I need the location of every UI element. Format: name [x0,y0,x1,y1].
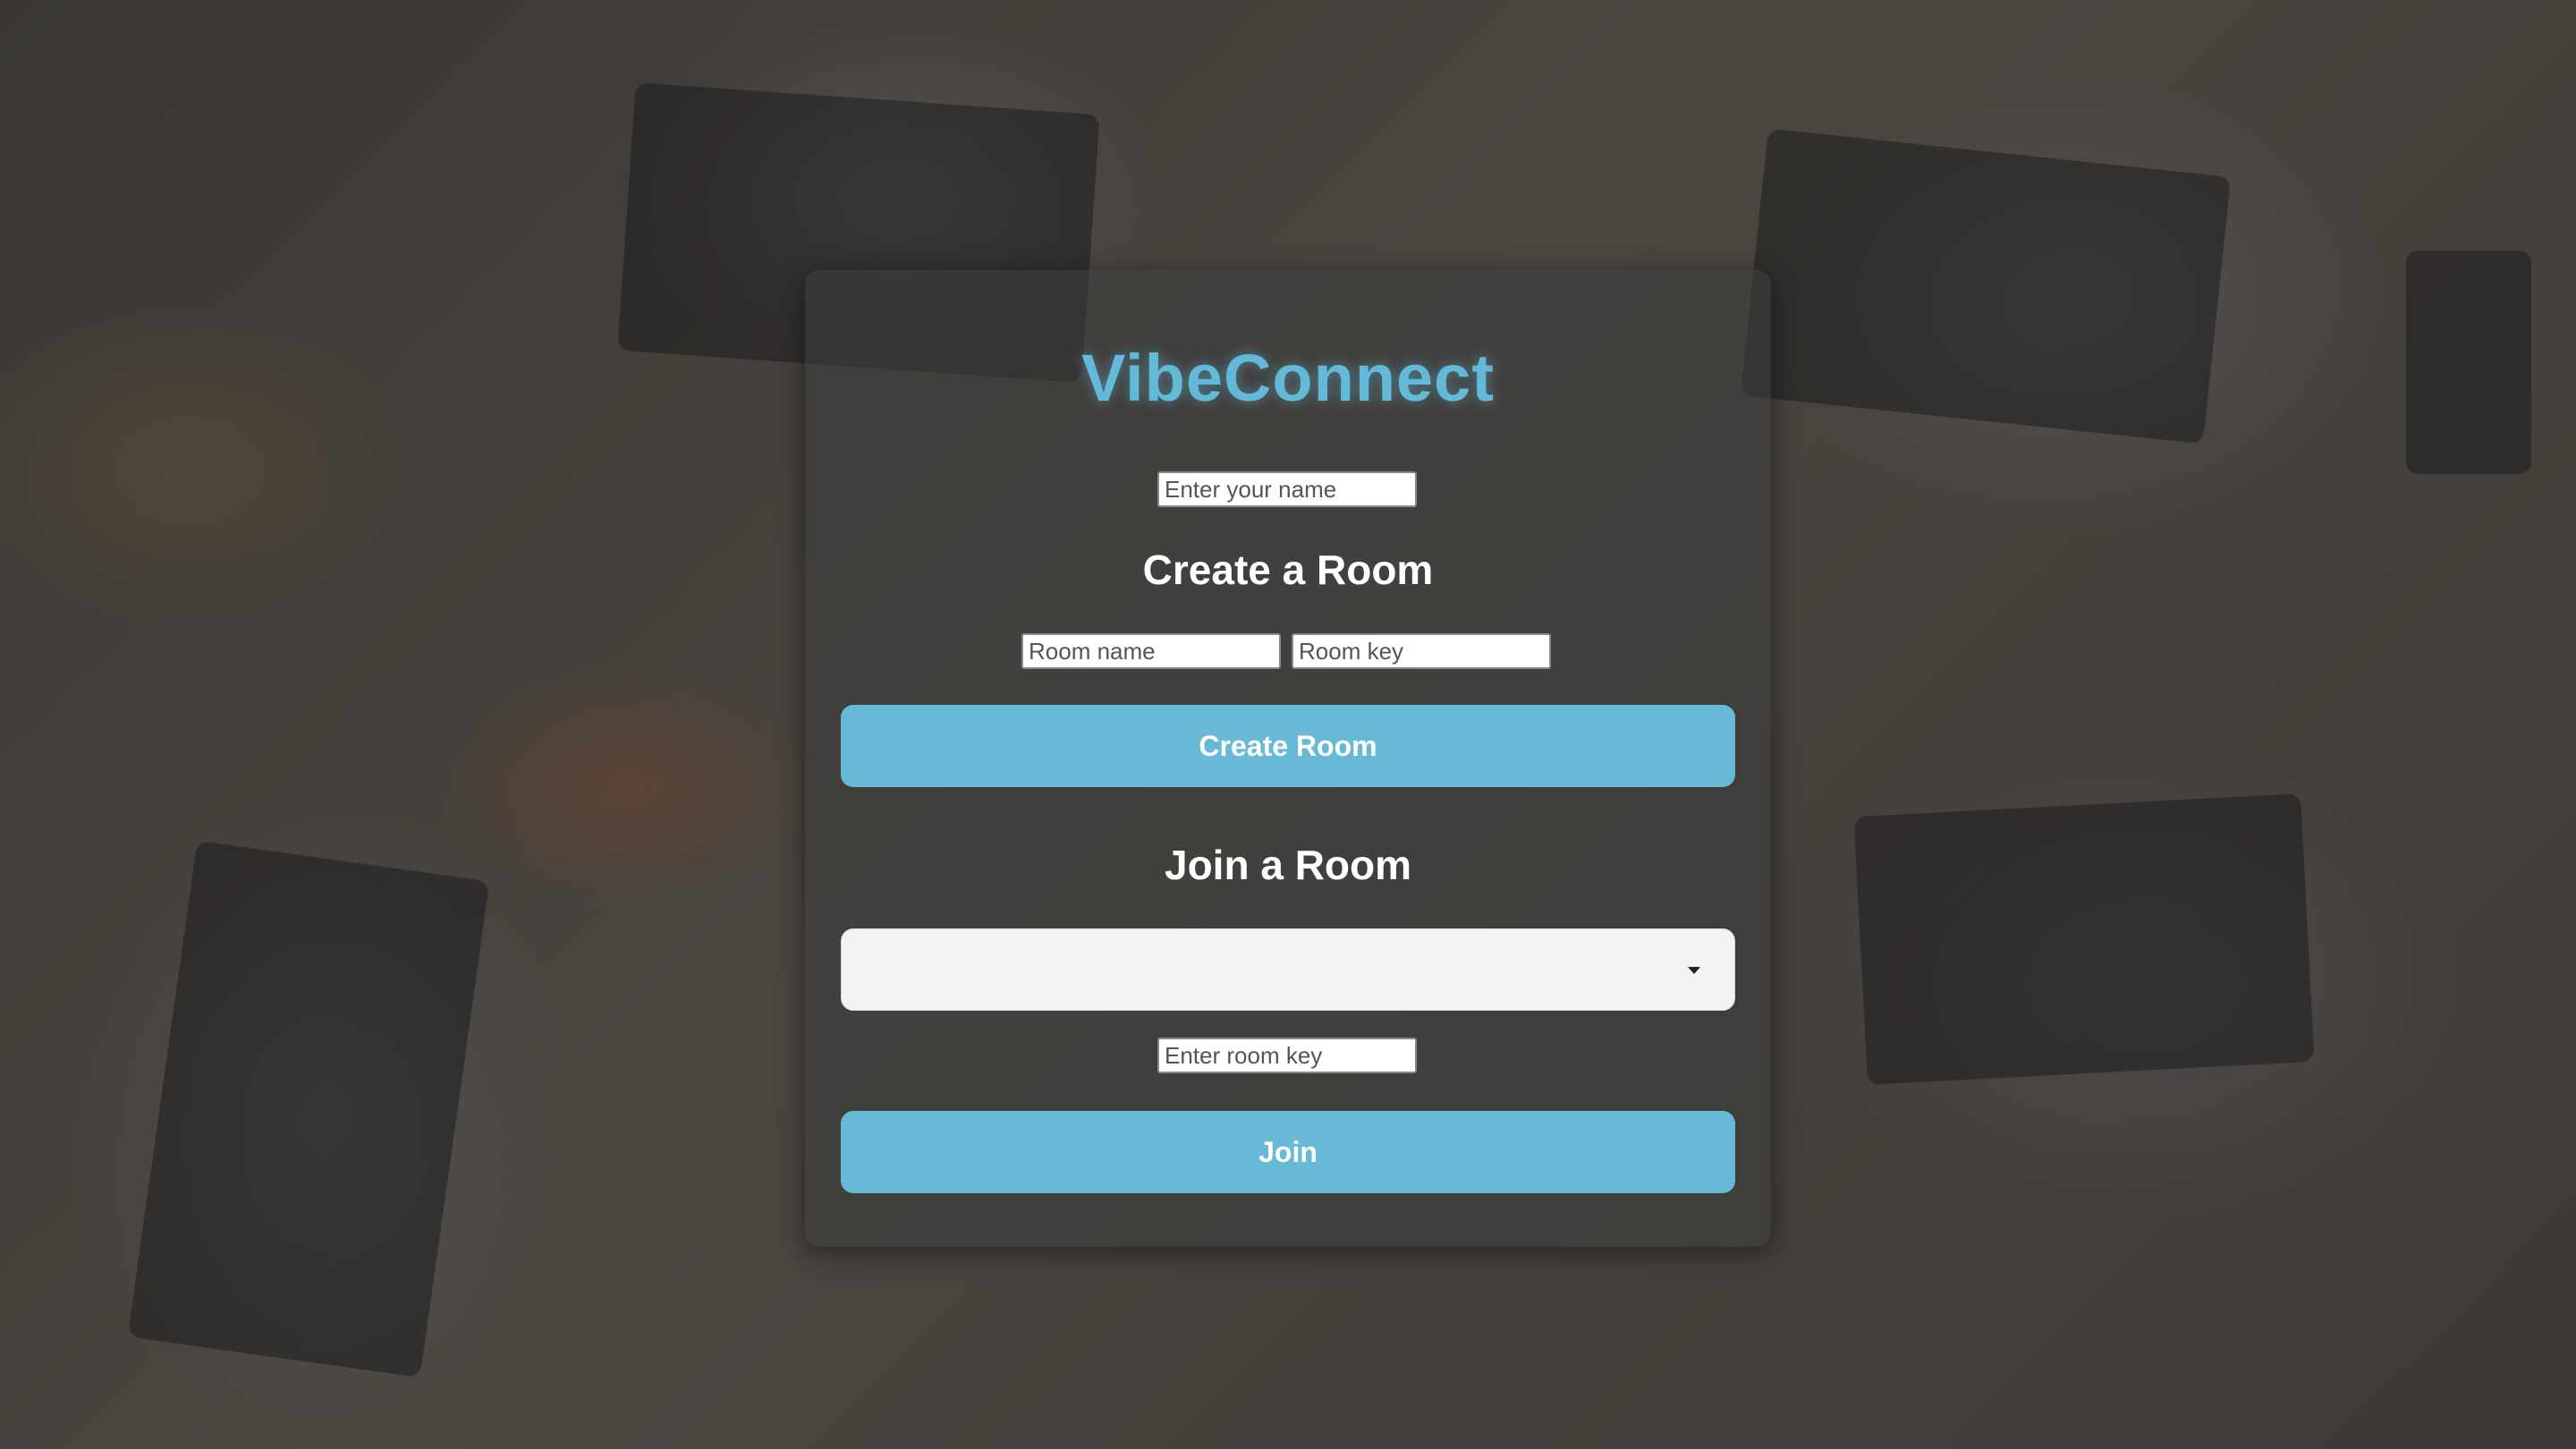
room-key-input[interactable] [1292,633,1551,669]
chevron-down-icon [1688,967,1700,974]
join-button[interactable]: Join [841,1111,1735,1193]
create-room-button[interactable]: Create Room [841,705,1735,787]
join-room-heading: Join a Room [1164,842,1412,888]
laptop-shape [1740,128,2232,445]
room-name-input[interactable] [1021,633,1281,669]
app-title: VibeConnect [1081,341,1495,415]
phone-shape [2406,250,2531,474]
create-room-heading: Create a Room [1142,547,1434,593]
join-room-key-input[interactable] [1157,1038,1417,1073]
room-panel: VibeConnect Create a Room Create Room Jo… [805,270,1771,1247]
name-input[interactable] [1157,471,1417,507]
room-select[interactable] [841,928,1735,1011]
laptop-shape [1853,793,2315,1085]
laptop-shape [127,840,490,1378]
